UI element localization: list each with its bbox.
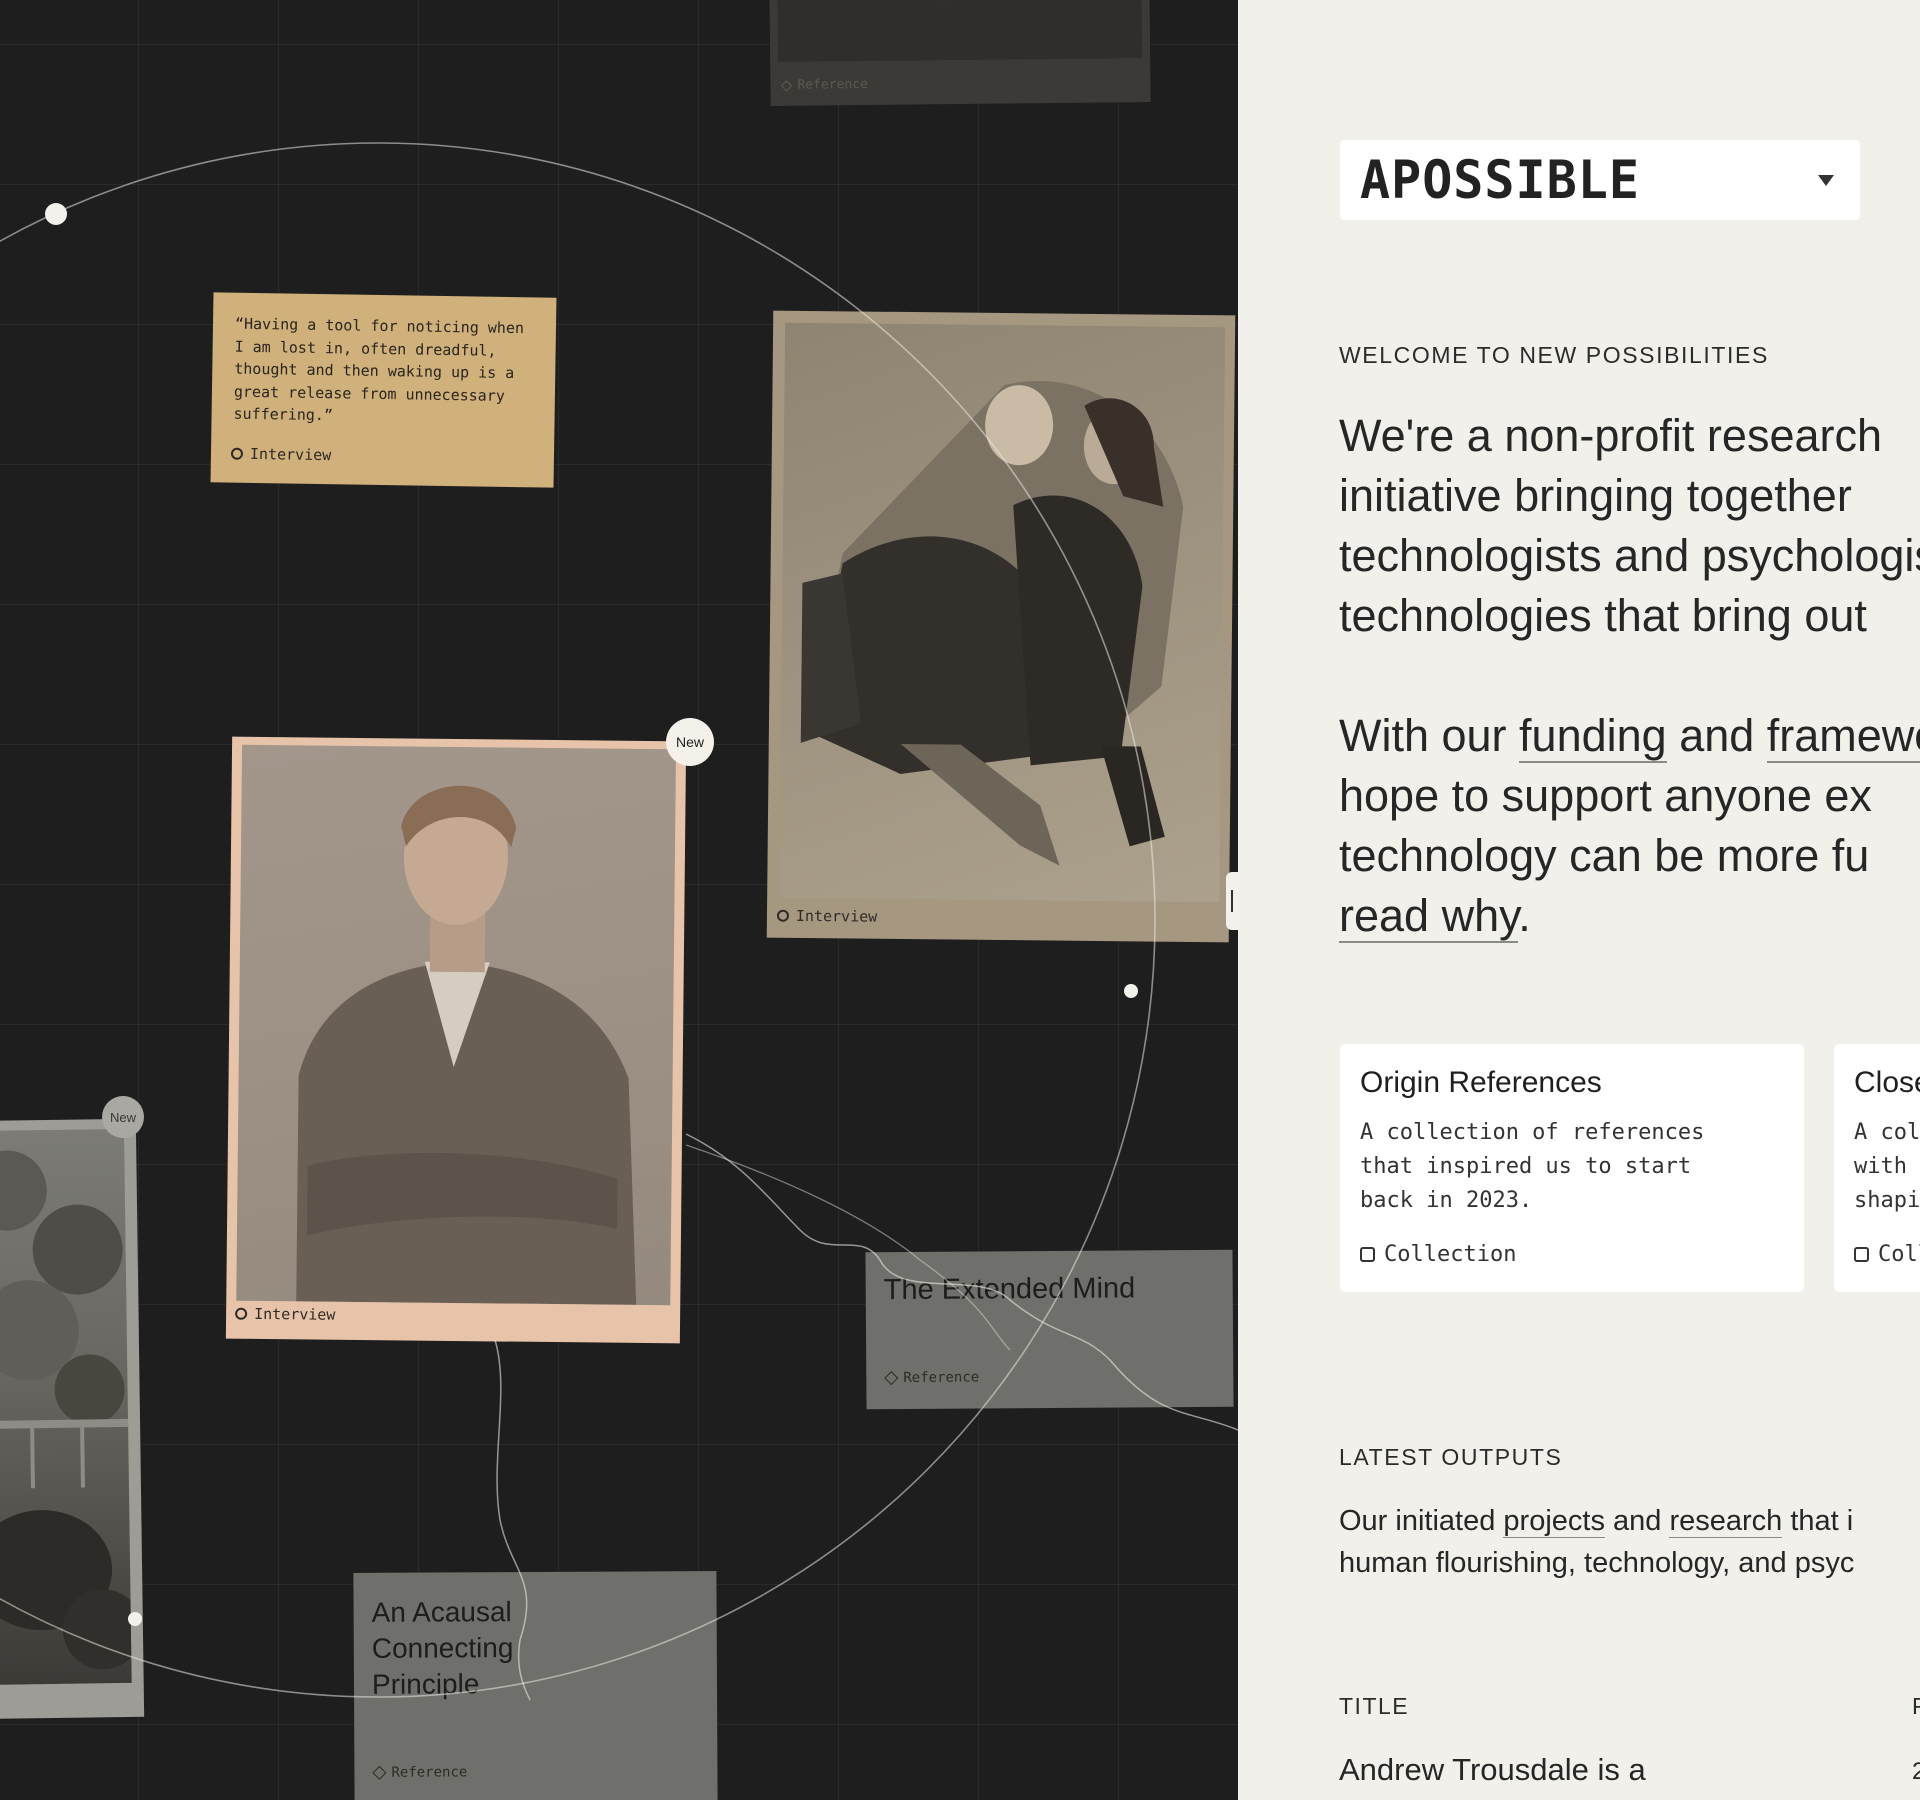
table-header-title[interactable]: TITLE (1339, 1693, 1409, 1720)
interview-icon (776, 909, 790, 922)
handle-grip (1231, 890, 1233, 912)
collection-icon (1854, 1247, 1869, 1262)
quote-tag: Interview (230, 445, 331, 464)
funding-link[interactable]: funding (1519, 710, 1667, 763)
interview-card-man[interactable]: Interview (225, 736, 687, 1344)
connection-node[interactable] (128, 1612, 142, 1626)
welcome-heading: WELCOME TO NEW POSSIBILITIES (1339, 342, 1769, 368)
interview-card-couple[interactable]: Interview (766, 310, 1236, 943)
collection-title: Origin References (1360, 1066, 1602, 1099)
research-link[interactable]: research (1669, 1505, 1783, 1538)
collection-card-origin[interactable]: Origin References A collection of refere… (1340, 1044, 1804, 1292)
table-row-title[interactable]: Andrew Trousdale is a (1339, 1752, 1646, 1788)
quote-text: “Having a tool for noticing when I am lo… (233, 314, 525, 425)
couple-tag: Interview (776, 907, 877, 926)
couple-photo (779, 322, 1226, 903)
frameworks-link[interactable]: frameworks (1766, 710, 1920, 763)
couple-photo-art (800, 381, 1184, 866)
canvas-resize-handle[interactable] (1226, 872, 1238, 930)
collection-title: Closer (1854, 1066, 1920, 1099)
man-photo (236, 744, 677, 1306)
reference-title: The Extended Mind (883, 1272, 1136, 1307)
card-photo (777, 0, 1143, 62)
mission-paragraph: With our funding and frameworks hope to … (1339, 706, 1920, 946)
table-row-date: 2024 (1912, 1758, 1920, 1785)
quote-card[interactable]: “Having a tool for noticing when I am lo… (210, 292, 557, 488)
man-tag: Interview (235, 1305, 335, 1324)
table-header-published[interactable]: PUBLISHED (1912, 1693, 1920, 1720)
reference-card-acausal[interactable]: An Acausal Connecting Principle Referenc… (353, 1571, 718, 1800)
reference-icon (372, 1765, 387, 1780)
projects-link[interactable]: projects (1503, 1505, 1605, 1538)
interview-icon (230, 447, 244, 460)
man-photo-art (296, 785, 637, 1305)
collection-icon (1360, 1247, 1375, 1262)
new-badge: New (102, 1096, 144, 1138)
collection-tag: Collection (1854, 1242, 1920, 1267)
reference-tag: Reference (884, 1369, 979, 1386)
connection-node[interactable] (45, 203, 67, 225)
reference-icon (780, 79, 793, 91)
canvas[interactable]: Reference “Having a tool for noticing wh… (0, 0, 1238, 1800)
logo: APOSSIBLE (1360, 149, 1640, 211)
intro-paragraph: We're a non-profit research initiative b… (1339, 410, 1920, 641)
collection-tag: Collection (1360, 1242, 1516, 1267)
info-panel: APOSSIBLE WELCOME TO NEW POSSIBILITIES W… (1238, 0, 1920, 1800)
collection-card-closer[interactable]: Closer A collection with shaping Collect… (1834, 1044, 1920, 1292)
chevron-down-icon (1818, 174, 1834, 186)
new-badge: New (666, 718, 714, 766)
reference-card-extended-mind[interactable]: The Extended Mind Reference (865, 1249, 1234, 1410)
interview-icon (235, 1307, 248, 1320)
forest-photo-art (0, 1150, 132, 1670)
latest-outputs-heading: LATEST OUTPUTS (1339, 1444, 1563, 1470)
reference-icon (884, 1371, 899, 1386)
forest-photo (0, 1128, 132, 1686)
reference-card-top[interactable]: Reference (769, 0, 1151, 106)
reference-title: An Acausal Connecting Principle (371, 1596, 514, 1700)
reference-tag: Reference (372, 1764, 467, 1781)
card-tag: Reference (780, 77, 868, 93)
outputs-paragraph: Our initiated projects and research that… (1339, 1505, 1855, 1579)
photo-card-forest[interactable] (0, 1118, 145, 1720)
site-selector[interactable]: APOSSIBLE (1340, 140, 1860, 220)
connection-node[interactable] (1124, 984, 1138, 998)
read-why-link[interactable]: read why (1339, 890, 1519, 943)
